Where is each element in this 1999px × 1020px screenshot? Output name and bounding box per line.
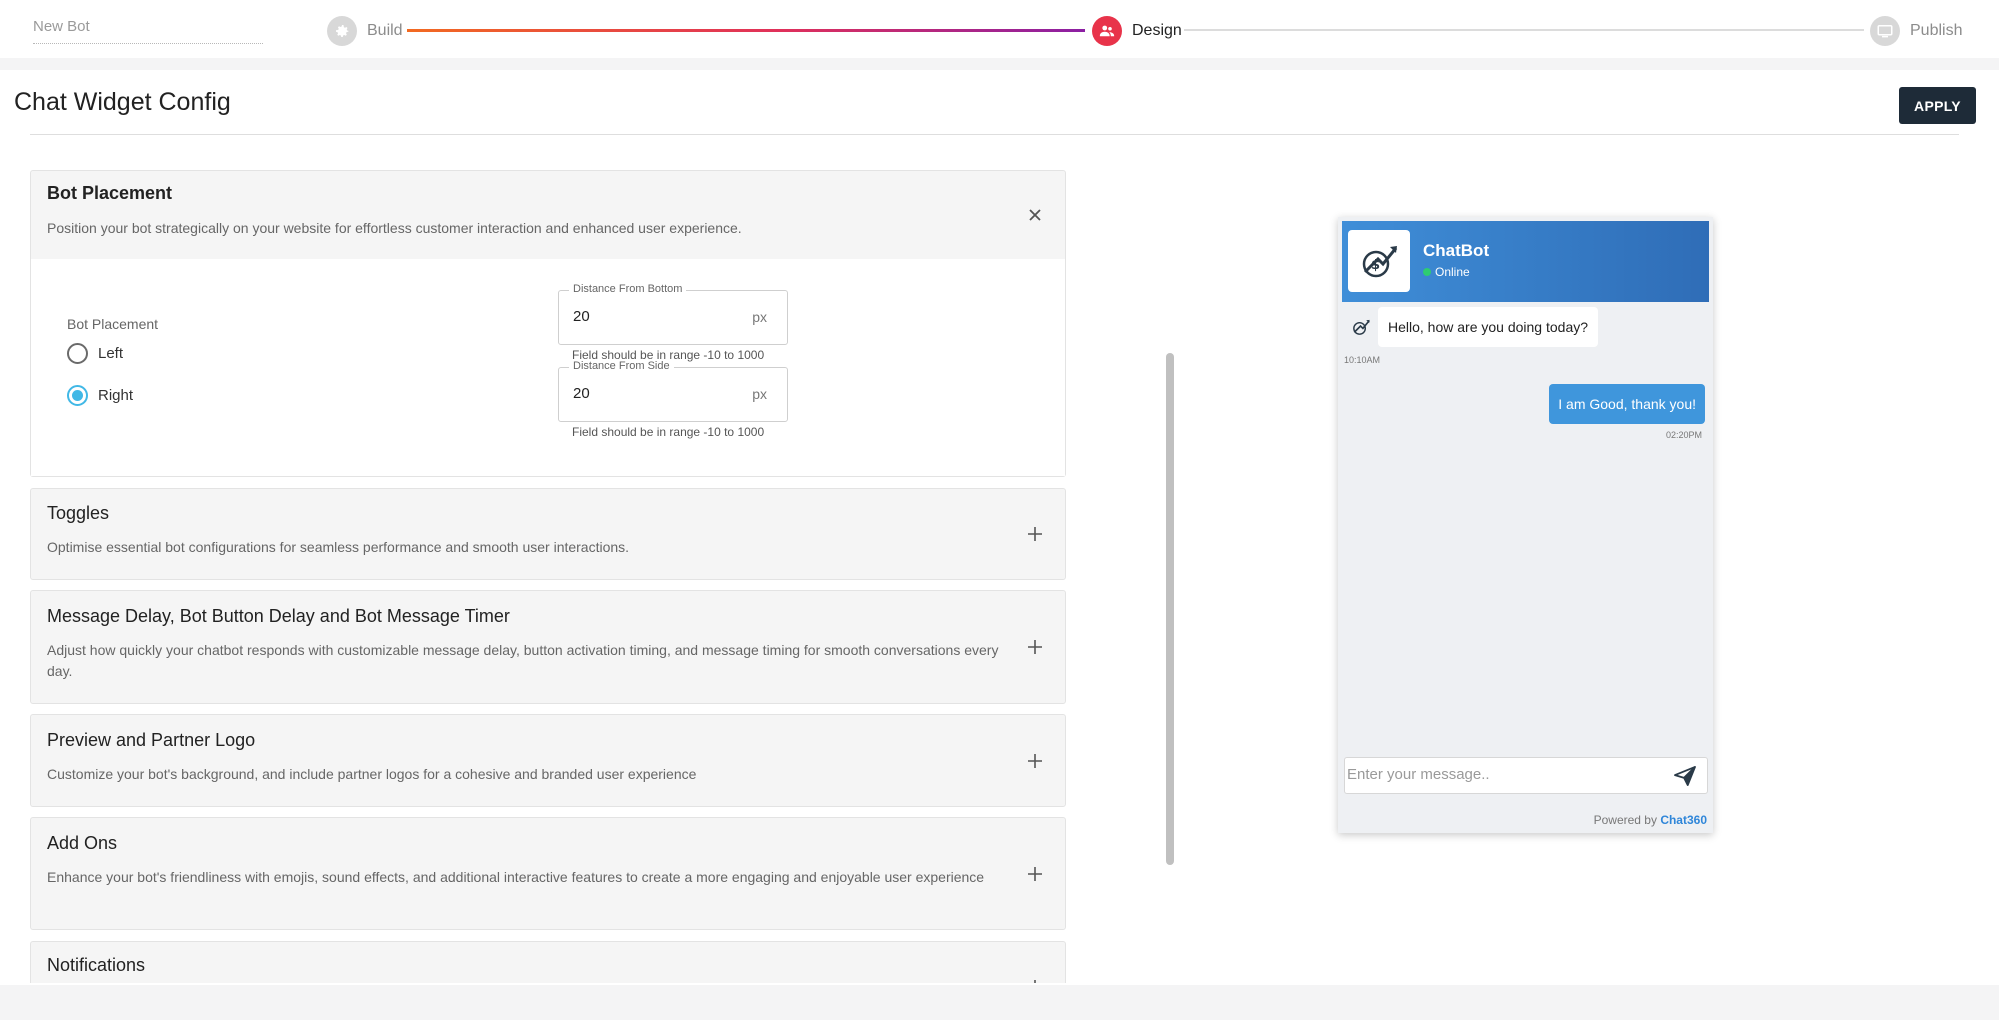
- step-build[interactable]: Build: [327, 15, 403, 47]
- distance-side-field[interactable]: Distance From Side px: [558, 360, 788, 422]
- section-description: Customize your bot's background, and inc…: [47, 766, 697, 782]
- plus-icon[interactable]: [1025, 637, 1045, 657]
- bottom-strip: [0, 985, 1999, 1020]
- section-add-ons[interactable]: Add Ons Enhance your bot's friendliness …: [30, 817, 1066, 930]
- section-description: Enhance your bot's friendliness with emo…: [47, 869, 985, 885]
- distance-bottom-label: Distance From Bottom: [569, 283, 687, 295]
- chat-message-bot: Hello, how are you doing today?: [1378, 307, 1599, 347]
- section-message-delay[interactable]: Message Delay, Bot Button Delay and Bot …: [30, 590, 1066, 704]
- page-title: Chat Widget Config: [14, 88, 231, 116]
- step-build-label: Build: [367, 22, 403, 39]
- chat-bot-name: ChatBot: [1423, 241, 1490, 260]
- title-divider: [30, 134, 1959, 135]
- section-description: Position your bot strategically on your …: [47, 220, 742, 236]
- bot-avatar-icon: [1350, 316, 1372, 338]
- config-sections[interactable]: Bot Placement Position your bot strategi…: [30, 170, 1068, 983]
- stepper-remaining-line: [1184, 29, 1864, 31]
- section-title: Message Delay, Bot Button Delay and Bot …: [47, 606, 510, 626]
- distance-side-help: Field should be in range -10 to 1000: [572, 425, 765, 439]
- distance-bottom-input[interactable]: [573, 308, 733, 325]
- section-description: Optimise essential bot configurations fo…: [47, 539, 630, 555]
- stepper-progress-line: [407, 29, 1085, 32]
- plus-icon[interactable]: [1025, 977, 1045, 983]
- chat-status: Online: [1423, 265, 1470, 279]
- section-preview-partner-logo[interactable]: Preview and Partner Logo Customize your …: [30, 714, 1066, 807]
- top-stepper-bar: New Bot Build Design Publish: [0, 0, 1999, 58]
- placement-radio-label: Bot Placement: [67, 316, 159, 332]
- main-panel: Chat Widget Config APPLY Bot Placement P…: [0, 70, 1999, 985]
- distance-side-unit: px: [752, 386, 767, 402]
- chat-message-input[interactable]: [1347, 766, 1647, 783]
- radio-right-circle[interactable]: [67, 385, 88, 406]
- monitor-icon: [1870, 16, 1900, 46]
- powered-by: Powered by Chat360: [1594, 813, 1707, 827]
- apply-button[interactable]: APPLY: [1899, 87, 1976, 124]
- distance-bottom-field[interactable]: Distance From Bottom px: [558, 283, 788, 345]
- bot-name-input[interactable]: New Bot: [33, 14, 263, 44]
- section-title: Add Ons: [47, 833, 118, 853]
- step-publish[interactable]: Publish: [1870, 15, 1962, 47]
- plus-icon[interactable]: [1025, 751, 1045, 771]
- plus-icon[interactable]: [1025, 864, 1045, 884]
- powered-by-prefix: Powered by: [1593, 813, 1657, 827]
- distance-side-label: Distance From Side: [569, 360, 674, 372]
- gear-icon: [327, 16, 357, 46]
- section-title: Notifications: [47, 955, 146, 975]
- users-icon: [1092, 16, 1122, 46]
- distance-side-input[interactable]: [573, 385, 733, 402]
- step-publish-label: Publish: [1910, 22, 1963, 39]
- chat-widget-preview: $ ChatBot Online Hello, how are you doin…: [1338, 217, 1713, 833]
- section-toggles[interactable]: Toggles Optimise essential bot configura…: [30, 488, 1066, 580]
- step-design[interactable]: Design: [1092, 15, 1182, 47]
- radio-left-label: Left: [98, 345, 124, 362]
- plus-icon[interactable]: [1025, 524, 1045, 544]
- close-icon[interactable]: [1025, 205, 1045, 225]
- chat-status-text: Online: [1435, 265, 1470, 279]
- radio-right[interactable]: Right: [67, 385, 133, 406]
- bot-placement-body: Bot Placement Left Right Distance From B…: [31, 259, 1065, 476]
- chat-message-user: I am Good, thank you!: [1549, 384, 1705, 424]
- chat-time-bot: 10:10AM: [1344, 355, 1381, 365]
- powered-by-brand[interactable]: Chat360: [1660, 813, 1707, 827]
- step-design-label: Design: [1132, 22, 1182, 39]
- distance-bottom-unit: px: [752, 309, 767, 325]
- radio-left[interactable]: Left: [67, 343, 123, 364]
- chat-time-user: 02:20PM: [1665, 430, 1702, 440]
- send-icon[interactable]: [1673, 765, 1697, 787]
- scrollbar-thumb[interactable]: [1166, 353, 1174, 865]
- radio-left-circle[interactable]: [67, 343, 88, 364]
- bot-logo-icon: $: [1348, 230, 1410, 292]
- online-dot-icon: [1423, 268, 1431, 276]
- section-title: Preview and Partner Logo: [47, 730, 256, 750]
- section-title: Toggles: [47, 503, 110, 523]
- section-title: Bot Placement: [47, 183, 173, 203]
- section-description: Adjust how quickly your chatbot responds…: [47, 642, 999, 679]
- section-bot-placement: Bot Placement Position your bot strategi…: [30, 170, 1066, 477]
- chat-header: $ ChatBot Online: [1342, 221, 1709, 302]
- radio-right-label: Right: [98, 387, 134, 404]
- section-notifications[interactable]: Notifications: [30, 941, 1066, 983]
- chat-input-box[interactable]: [1344, 757, 1708, 794]
